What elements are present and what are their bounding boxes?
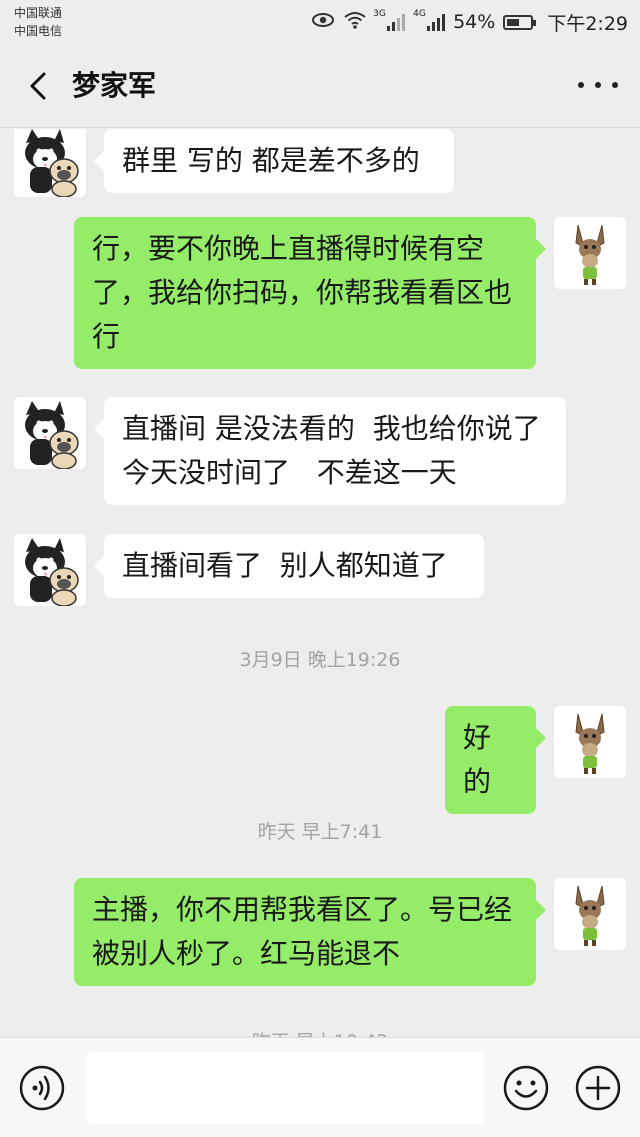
message-bubble-outgoing[interactable]: 行，要不你晚上直播得时候有空了，我给你扫码，你帮我看看区也行 [74, 217, 546, 369]
chat-header: 梦家军 [0, 44, 640, 128]
donkey-avatar-icon [554, 878, 626, 950]
message-bubble-outgoing[interactable]: 好的 [445, 706, 546, 814]
my-avatar[interactable] [554, 878, 626, 950]
input-bar [0, 1037, 640, 1137]
emoji-icon [503, 1065, 549, 1111]
net-type-2: 4G [413, 9, 426, 19]
contact-avatar[interactable] [14, 397, 86, 469]
dog-avatar-icon [14, 129, 86, 197]
battery-icon [503, 14, 537, 30]
more-button[interactable] [578, 70, 618, 100]
battery-percent: 54% [453, 11, 496, 33]
carrier-2: 中国电信 [14, 24, 63, 38]
carrier-1: 中国联通 [14, 6, 63, 20]
message-input[interactable] [86, 1052, 484, 1124]
message-bubble-incoming[interactable]: 群里 写的 都是差不多的 [94, 129, 454, 193]
dog-avatar-icon [14, 397, 86, 469]
eye-icon [311, 11, 335, 34]
back-button[interactable] [22, 68, 58, 104]
battery-fill [507, 18, 520, 26]
my-avatar[interactable] [554, 217, 626, 289]
dog-avatar-icon [14, 534, 86, 606]
plus-icon [575, 1065, 621, 1111]
message-list[interactable]: 群里 写的 都是差不多的 行，要不你晚上直播得时候有空了，我给你扫码，你帮我看看… [0, 129, 640, 1037]
donkey-avatar-icon [554, 706, 626, 778]
message-timestamp: 3月9日 晚上19:26 [239, 649, 401, 671]
plus-button[interactable] [574, 1064, 622, 1112]
voice-button[interactable] [18, 1064, 66, 1112]
wifi-icon [343, 11, 367, 34]
net-type-1: 3G [373, 9, 386, 19]
contact-avatar[interactable] [14, 534, 86, 606]
more-dots-icon [578, 82, 618, 88]
status-icons: 3G 4G 54% 下午2:29 [311, 8, 628, 36]
clock: 下午2:29 [547, 12, 628, 35]
message-bubble-outgoing[interactable]: 主播，你不用帮我看区了。号已经被别人秒了。红马能退不 [74, 878, 546, 986]
contact-avatar[interactable] [14, 129, 86, 197]
status-bar: 中国联通 中国电信 3G 4G 54% 下午2:29 [0, 0, 640, 44]
voice-icon [19, 1065, 65, 1111]
my-avatar[interactable] [554, 706, 626, 778]
message-bubble-incoming[interactable]: 直播间看了 别人都知道了 [94, 534, 484, 598]
message-timestamp: 昨天 早上10:43 [0, 1027, 640, 1037]
donkey-avatar-icon [554, 217, 626, 289]
chevron-left-icon [30, 72, 46, 100]
carrier-info: 中国联通 中国电信 [14, 4, 62, 40]
message-bubble-incoming[interactable]: 直播间 是没法看的 我也给你说了 今天没时间了 不差这一天 [94, 397, 566, 505]
signal-icon-4g: 4G [413, 9, 446, 31]
message-timestamp: 昨天 早上7:41 [257, 821, 383, 843]
signal-icon-3g: 3G [373, 9, 406, 31]
chat-title: 梦家军 [72, 69, 157, 102]
emoji-button[interactable] [502, 1064, 550, 1112]
